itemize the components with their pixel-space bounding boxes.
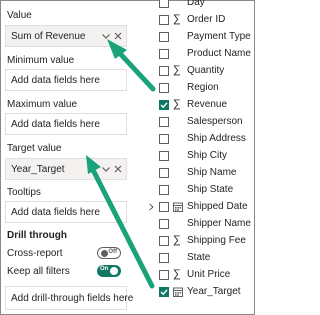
field-checkbox[interactable] <box>159 0 169 8</box>
field-name: Year_Target <box>187 286 241 297</box>
field-name: Shipped Date <box>187 201 248 212</box>
sigma-icon: ∑ <box>173 98 181 110</box>
cross-report-label: Cross-report <box>7 248 63 259</box>
field-row[interactable]: Product Name <box>143 46 256 62</box>
field-name: Shipper Name <box>187 218 251 229</box>
tooltips-well-label: Tooltips <box>7 187 41 198</box>
sigma-icon: ∑ <box>173 64 181 76</box>
field-name: Quantity <box>187 65 225 76</box>
field-row[interactable]: Ship City <box>143 148 256 164</box>
value-well-label: Value <box>7 10 32 21</box>
chevron-right-icon[interactable] <box>147 203 155 211</box>
field-checkbox[interactable] <box>159 15 169 25</box>
field-row[interactable]: Year_Target <box>143 284 256 300</box>
field-name: Ship State <box>187 184 234 195</box>
field-name: Product Name <box>187 48 251 59</box>
field-row[interactable]: Shipper Name <box>143 216 256 232</box>
keep-filters-row: Keep all filters On <box>7 265 129 279</box>
sigma-icon: ∑ <box>173 13 181 25</box>
field-row[interactable]: Ship Name <box>143 165 256 181</box>
cross-report-row: Cross-report Off <box>7 247 129 261</box>
field-row[interactable]: ∑ Shipping Fee <box>143 233 256 249</box>
field-row[interactable]: Ship Address <box>143 131 256 147</box>
sigma-icon: ∑ <box>173 268 181 280</box>
target-well[interactable]: Year_Target <box>5 158 127 180</box>
field-name: Ship Name <box>187 167 237 178</box>
cross-report-toggle[interactable]: Off <box>97 247 121 259</box>
field-checkbox[interactable] <box>159 117 169 127</box>
tooltips-well-placeholder: Add data fields here <box>11 207 100 218</box>
max-well-label: Maximum value <box>7 99 78 110</box>
calendar-icon <box>173 202 183 212</box>
field-checkbox[interactable] <box>159 185 169 195</box>
field-checkbox[interactable] <box>159 100 169 110</box>
field-name: Ship City <box>187 150 228 161</box>
field-row[interactable]: Region <box>143 80 256 96</box>
target-well-label: Target value <box>7 143 62 154</box>
field-checkbox[interactable] <box>159 32 169 42</box>
field-row[interactable]: Ship State <box>143 182 256 198</box>
checkmark-icon <box>160 102 168 109</box>
field-row[interactable]: ∑ Quantity <box>143 63 256 79</box>
field-name: Payment Type <box>187 31 251 42</box>
field-checkbox[interactable] <box>159 219 169 229</box>
field-wells-panel: Value Sum of Revenue Minimum value Add d… <box>4 1 133 315</box>
field-row[interactable]: Shipped Date <box>143 199 256 215</box>
field-checkbox[interactable] <box>159 83 169 93</box>
min-well-label: Minimum value <box>7 55 75 66</box>
field-name: Day <box>187 0 205 8</box>
field-name: Order ID <box>187 14 226 25</box>
visualizations-pane: Value Sum of Revenue Minimum value Add d… <box>0 0 255 315</box>
min-well[interactable]: Add data fields here <box>5 69 127 91</box>
chevron-down-icon[interactable] <box>101 164 111 174</box>
close-icon[interactable] <box>113 31 123 41</box>
field-row[interactable]: State <box>143 250 256 266</box>
field-row[interactable]: ∑ Unit Price <box>143 267 256 283</box>
field-name: Unit Price <box>187 269 231 280</box>
cross-report-state: Off <box>108 249 117 255</box>
toggle-knob <box>110 267 118 275</box>
field-name: Revenue <box>187 99 228 110</box>
field-name: Ship Address <box>187 133 246 144</box>
drill-through-heading: Drill through <box>7 230 67 241</box>
field-checkbox[interactable] <box>159 134 169 144</box>
max-well-placeholder: Add data fields here <box>11 119 100 130</box>
field-row[interactable]: ∑ Order ID <box>143 12 256 28</box>
keep-filters-state: On <box>100 266 109 272</box>
checkmark-icon <box>160 289 168 296</box>
drill-through-well[interactable]: Add drill-through fields here <box>5 286 133 310</box>
field-name: Region <box>187 82 219 93</box>
field-checkbox[interactable] <box>159 202 169 212</box>
sigma-icon: ∑ <box>173 234 181 246</box>
field-row[interactable]: ∑ Revenue <box>143 97 256 113</box>
field-checkbox[interactable] <box>159 66 169 76</box>
value-well[interactable]: Sum of Revenue <box>5 25 127 47</box>
min-well-placeholder: Add data fields here <box>11 75 100 86</box>
calendar-icon <box>173 287 183 297</box>
field-checkbox[interactable] <box>159 287 169 297</box>
field-checkbox[interactable] <box>159 49 169 59</box>
tooltips-well[interactable]: Add data fields here <box>5 201 127 223</box>
field-checkbox[interactable] <box>159 270 169 280</box>
drill-through-placeholder: Add drill-through fields here <box>11 293 134 304</box>
field-list: Day ∑ Order ID Payment Type Product Name ∑ Qua… <box>143 0 256 315</box>
value-field-pill[interactable]: Sum of Revenue <box>11 31 86 42</box>
chevron-down-icon[interactable] <box>101 31 111 41</box>
field-checkbox[interactable] <box>159 236 169 246</box>
field-name: Salesperson <box>187 116 243 127</box>
close-icon[interactable] <box>113 164 123 174</box>
max-well[interactable]: Add data fields here <box>5 113 127 135</box>
field-checkbox[interactable] <box>159 168 169 178</box>
field-row[interactable]: Salesperson <box>143 114 256 130</box>
field-checkbox[interactable] <box>159 253 169 263</box>
toggle-knob <box>101 250 108 257</box>
field-name: Shipping Fee <box>187 235 246 246</box>
field-checkbox[interactable] <box>159 151 169 161</box>
target-field-pill[interactable]: Year_Target <box>11 164 65 175</box>
field-row[interactable]: Day <box>143 0 256 11</box>
keep-filters-label: Keep all filters <box>7 266 70 277</box>
field-row[interactable]: Payment Type <box>143 29 256 45</box>
field-name: State <box>187 252 211 263</box>
keep-filters-toggle[interactable]: On <box>97 265 121 277</box>
